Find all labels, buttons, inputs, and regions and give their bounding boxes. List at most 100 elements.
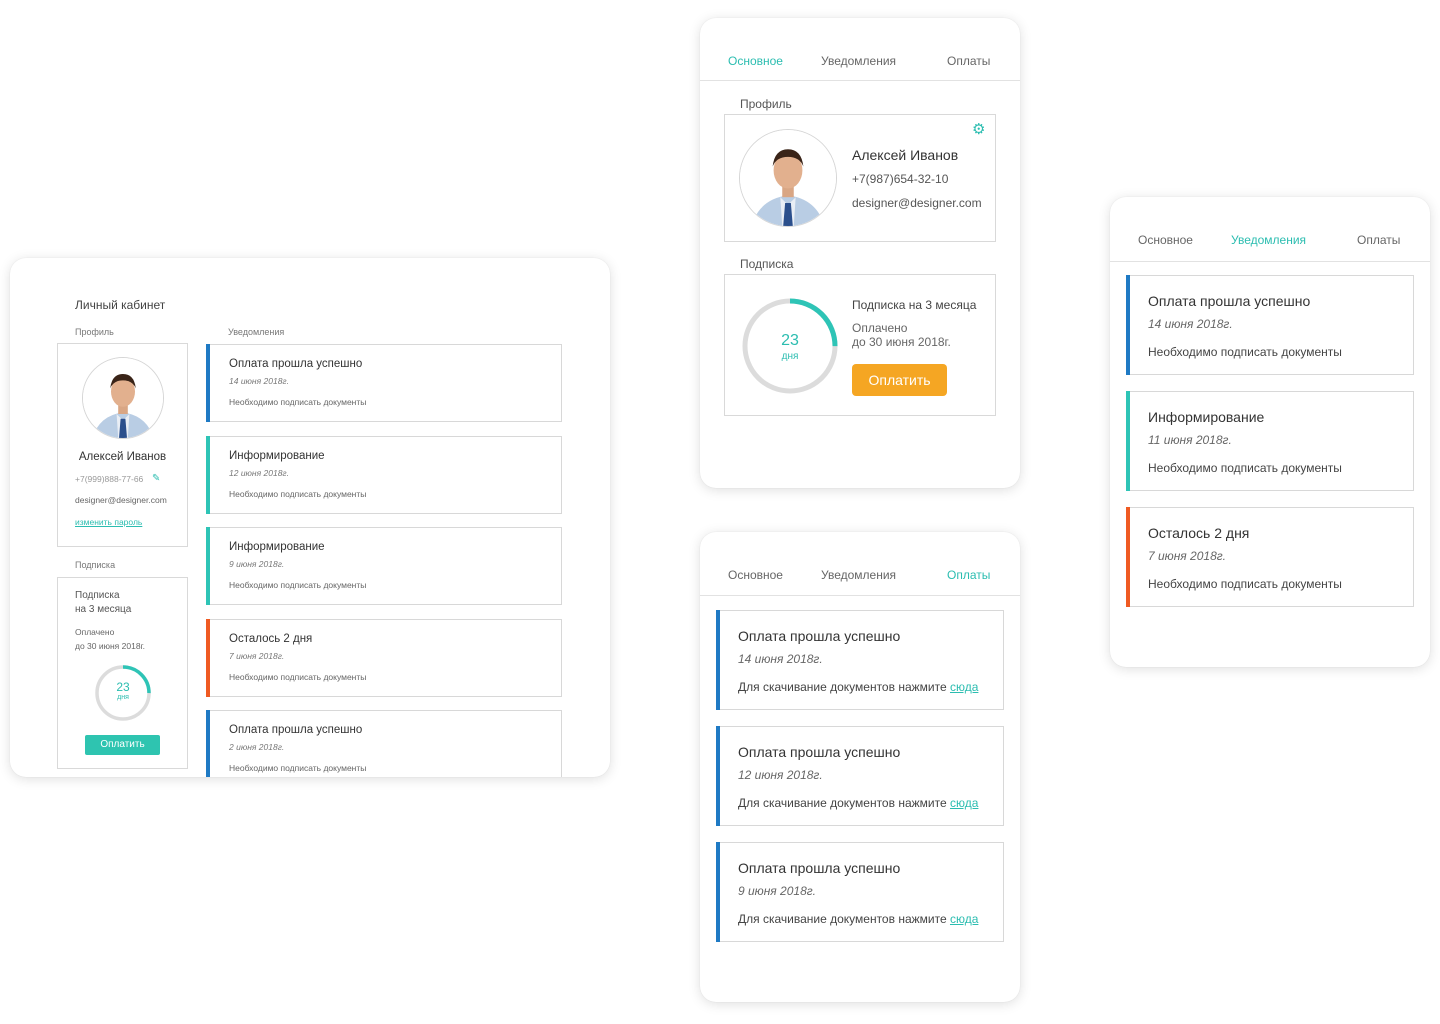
notification-card[interactable]: Информирование 11 июня 2018г. Необходимо п… [1126, 391, 1414, 491]
subscription-section-label: Подписка [75, 560, 116, 570]
payment-download-link[interactable]: сюда [950, 912, 978, 926]
notification-date: 12 июня 2018г. [229, 467, 289, 478]
subscription-title-line1: Подписка [75, 590, 120, 601]
notification-text: Необходимо подписать документы [229, 580, 367, 590]
payment-download-row: Для скачивание документов нажмите сюда [738, 912, 978, 926]
payment-download-link[interactable]: сюда [950, 796, 978, 810]
subscription-paid-line1: Оплачено [852, 321, 908, 335]
notification-title: Оплата прошла успешно [229, 358, 363, 370]
notification-card[interactable]: Осталось 2 дня 7 июня 2018г. Необходимо по… [1126, 507, 1414, 607]
payment-color-bar [716, 610, 720, 710]
user-email: designer@designer.com [75, 495, 167, 505]
notification-color-bar [206, 435, 210, 514]
pay-button[interactable]: Оплатить [85, 735, 160, 755]
days-unit: дня [781, 351, 799, 362]
notification-card[interactable]: Осталось 2 дня 7 июня 2018г. Необходимо по… [206, 618, 562, 697]
payment-card[interactable]: Оплата прошла успешно 9 июня 2018г. Для ск… [716, 842, 1004, 942]
gear-icon[interactable]: ⚙ [972, 120, 985, 138]
payment-date: 14 июня 2018г. [738, 652, 823, 666]
notification-date: 7 июня 2018г. [229, 650, 285, 661]
notification-title: Оплата прошла успешно [1148, 293, 1311, 309]
notification-title: Осталось 2 дня [1148, 525, 1250, 541]
user-phone: +7(987)654-32-10 [852, 172, 949, 186]
tab-main[interactable]: Основное [1138, 233, 1193, 247]
profile-section-label: Профиль [740, 97, 792, 111]
tab-notifications[interactable]: Уведомления [821, 54, 896, 68]
notification-card[interactable]: Информирование 12 июня 2018г. Необходимо п… [206, 435, 562, 514]
user-name: Алексей Иванов [852, 147, 959, 163]
subscription-title-line2: на 3 месяца [75, 604, 132, 615]
notification-text: Необходимо подписать документы [229, 763, 367, 773]
subscription-paid-line1: Оплачено [75, 627, 115, 637]
days-value: 23 [116, 680, 130, 694]
mobile-payments-panel: Основное Уведомления Оплаты Оплата прошл… [700, 532, 1020, 1002]
tab-bar: Основное Уведомления Оплаты [700, 532, 1020, 596]
payment-title: Оплата прошла успешно [738, 860, 901, 876]
subscription-card: 23 дня Подписка на 3 месяца Оплачено до … [724, 274, 996, 416]
days-unit: дня [117, 694, 129, 701]
pencil-icon[interactable]: ✎ [152, 473, 160, 484]
notification-date: 2 июня 2018г. [229, 742, 285, 752]
notification-card[interactable]: Оплата прошла успешно 14 июня 2018г. Необх… [206, 344, 562, 422]
notification-title: Осталось 2 дня [229, 632, 313, 645]
mobile-notifications-panel: Основное Уведомления Оплаты Оплата прошл… [1110, 197, 1430, 667]
payment-card[interactable]: Оплата прошла успешно 12 июня 2018г. Для с… [716, 726, 1004, 826]
notification-title: Информирование [1148, 409, 1265, 425]
payment-download-text: Для скачивание документов нажмите [738, 680, 947, 694]
notification-card[interactable]: Информирование 9 июня 2018г. Необходимо по… [206, 527, 562, 605]
payment-date: 12 июня 2018г. [738, 768, 823, 782]
notification-text: Необходимо подписать документы [1148, 577, 1342, 591]
payment-download-link[interactable]: сюда [950, 680, 978, 694]
tab-bar: Основное Уведомления Оплаты [700, 18, 1020, 81]
tab-bar: Основное Уведомления Оплаты [1110, 197, 1430, 262]
notification-text: Необходимо подписать документы [1148, 345, 1342, 359]
subscription-paid-line2: до 30 июня 2018г. [75, 641, 145, 651]
notification-date: 7 июня 2018г. [1148, 549, 1226, 563]
tab-main[interactable]: Основное [728, 568, 783, 582]
notification-color-bar [206, 344, 210, 422]
notification-title: Информирование [229, 541, 325, 553]
notification-title: Оплата прошла успешно [229, 724, 363, 736]
subscription-section-label: Подписка [740, 257, 794, 271]
desktop-cabinet-panel: Личный кабинет Профиль Уведомления Алекс… [10, 258, 610, 777]
notification-color-bar [206, 527, 210, 605]
notification-card[interactable]: Оплата прошла успешно 14 июня 2018г. Необх… [1126, 275, 1414, 375]
notification-color-bar [1126, 507, 1130, 607]
profile-card: ⚙ Алексей Иванов +7(987)654-32-10 design… [724, 114, 996, 242]
user-avatar-icon [83, 358, 163, 438]
subscription-card: Подписка на 3 месяца Оплачено до 30 июня… [57, 577, 188, 769]
notification-text: Необходимо подписать документы [229, 397, 367, 407]
notification-date: 14 июня 2018г. [229, 376, 289, 386]
payment-date: 9 июня 2018г. [738, 884, 816, 898]
notification-date: 14 июня 2018г. [1148, 317, 1233, 331]
notification-color-bar [206, 618, 210, 697]
mobile-main-panel: Основное Уведомления Оплаты Профиль ⚙ Ал… [700, 18, 1020, 488]
notification-color-bar [206, 710, 210, 777]
user-phone: +7(999)888-77-66 [75, 474, 144, 484]
payment-color-bar [716, 726, 720, 826]
notification-text: Необходимо подписать документы [229, 488, 367, 499]
payment-download-text: Для скачивание документов нажмите [738, 796, 947, 810]
tab-payments[interactable]: Оплаты [947, 54, 990, 68]
tab-notifications[interactable]: Уведомления [1231, 233, 1306, 247]
notification-date: 11 июня 2018г. [1148, 433, 1232, 447]
profile-card: Алексей Иванов +7(999)888-77-66 ✎ design… [57, 343, 188, 547]
change-password-link[interactable]: изменить пароль [75, 517, 142, 527]
notification-card[interactable]: Оплата прошла успешно 2 июня 2018г. Необхо… [206, 710, 562, 777]
user-avatar-icon [740, 130, 836, 226]
notification-text: Необходимо подписать документы [1148, 461, 1342, 475]
tab-payments[interactable]: Оплаты [947, 568, 990, 582]
user-email: designer@designer.com [852, 196, 982, 210]
payment-download-row: Для скачивание документов нажмите сюда [738, 680, 978, 694]
tab-payments[interactable]: Оплаты [1357, 233, 1400, 247]
tab-main[interactable]: Основное [728, 54, 783, 68]
avatar [739, 129, 837, 227]
pay-button[interactable]: Оплатить [852, 364, 947, 396]
notification-color-bar [1126, 391, 1130, 491]
notification-text: Необходимо подписать документы [229, 671, 367, 682]
payment-download-row: Для скачивание документов нажмите сюда [738, 796, 978, 810]
payment-card[interactable]: Оплата прошла успешно 14 июня 2018г. Для с… [716, 610, 1004, 710]
tab-notifications[interactable]: Уведомления [821, 568, 896, 582]
payment-title: Оплата прошла успешно [738, 744, 901, 760]
avatar [82, 357, 164, 439]
